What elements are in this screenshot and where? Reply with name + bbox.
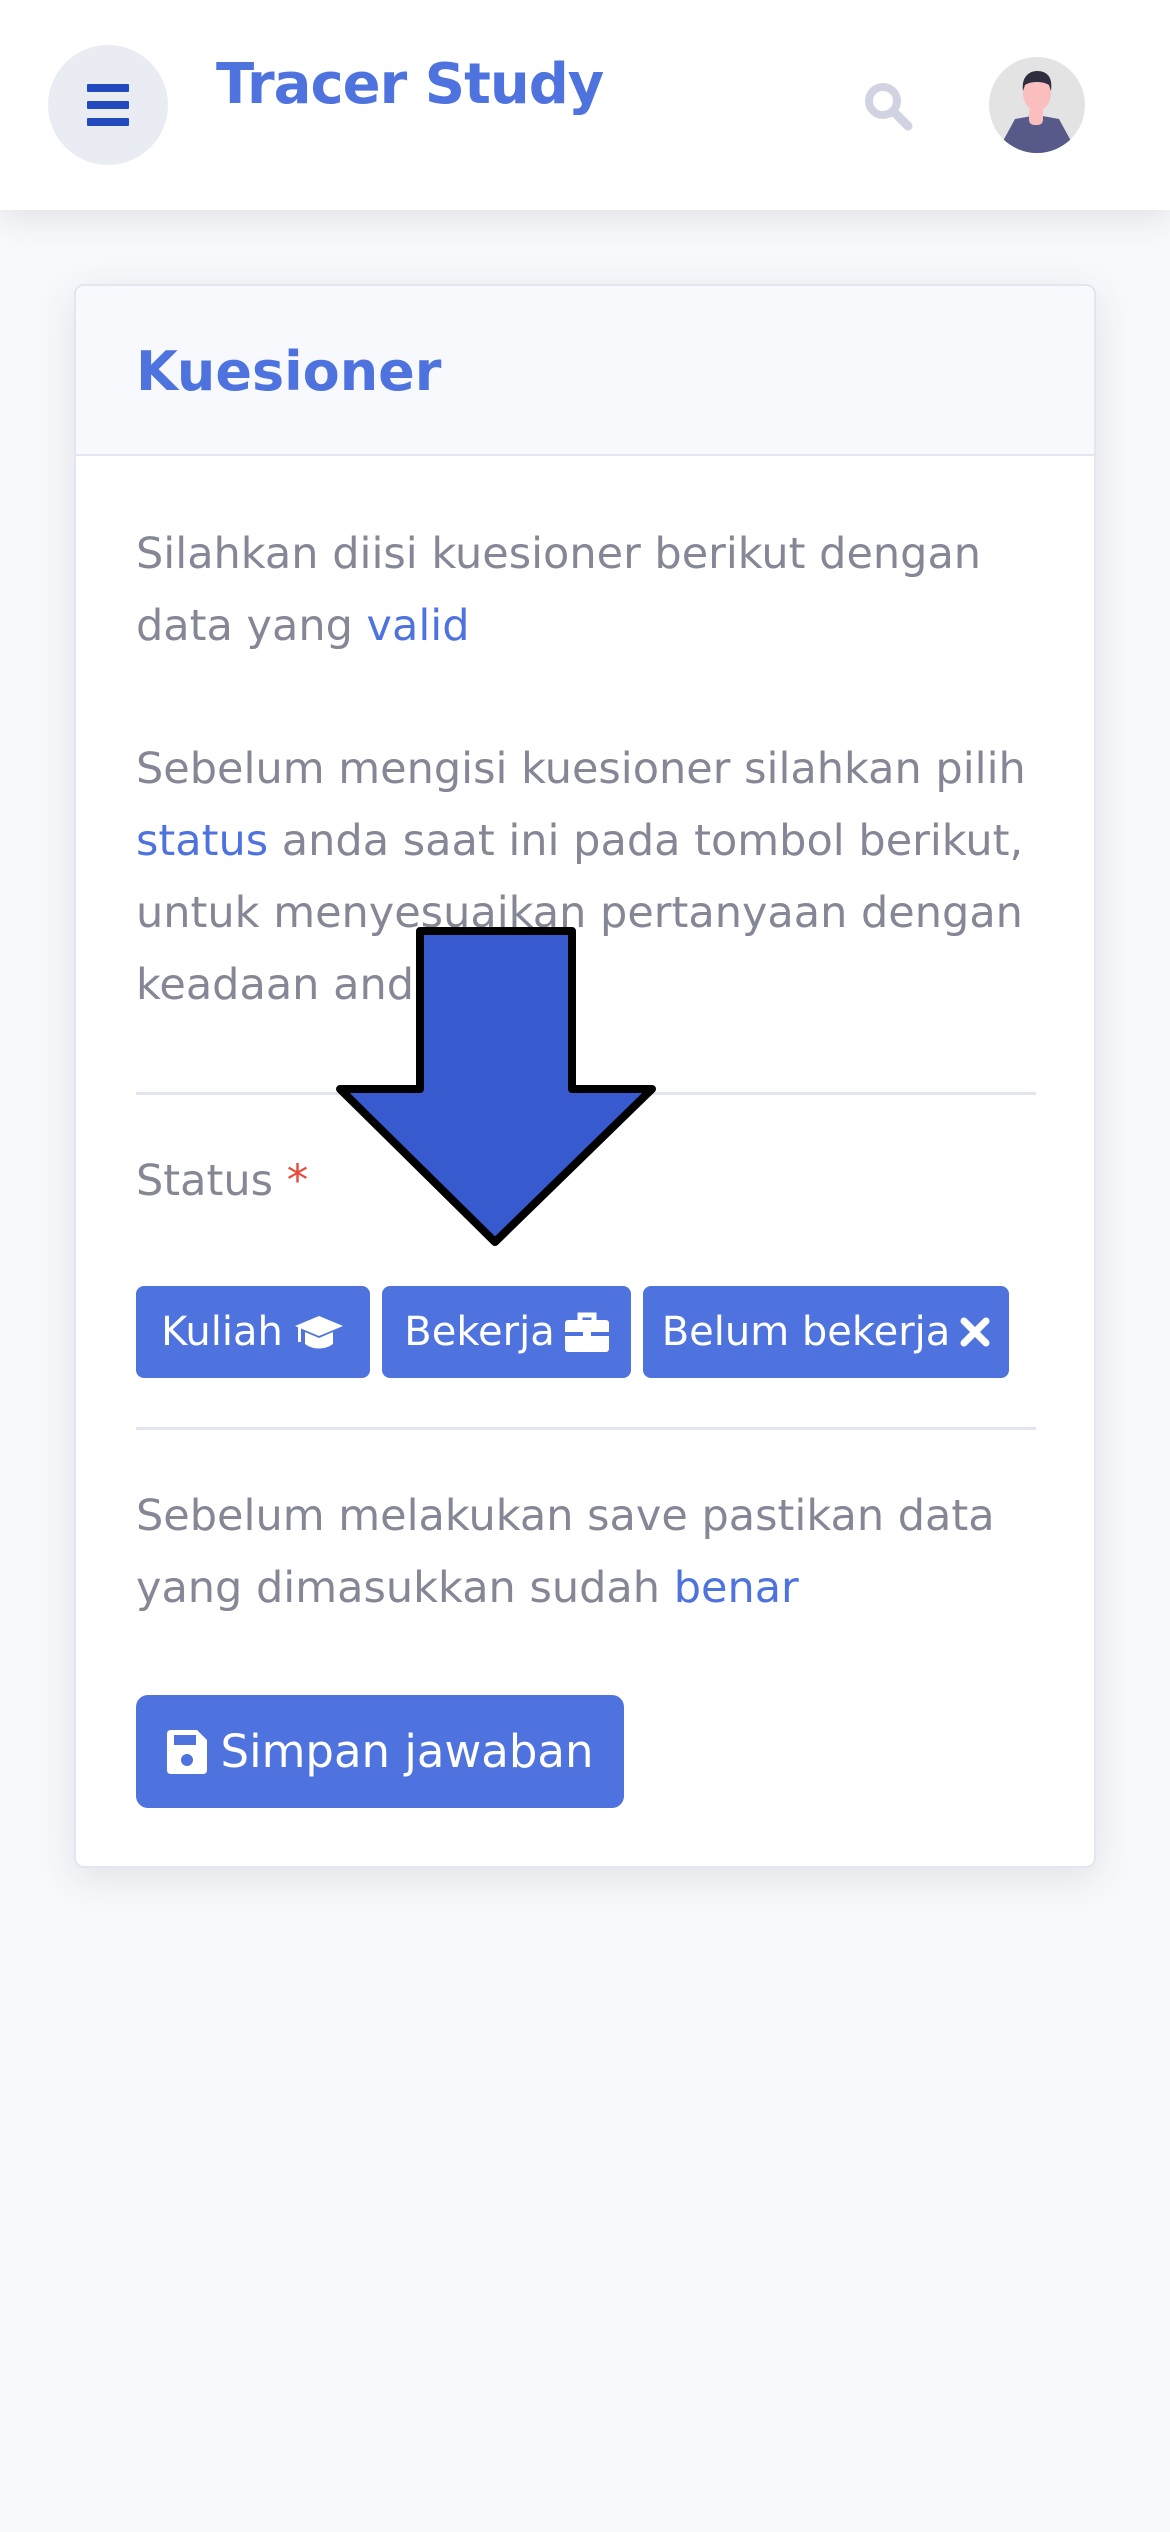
intro-highlight: valid [366, 601, 470, 651]
bekerja-label: Bekerja [404, 1309, 555, 1355]
save-note-body: Sebelum melakukan save pastikan data yan… [136, 1491, 995, 1613]
app-title[interactable]: Tracer Study [216, 52, 604, 117]
required-mark: * [286, 1156, 309, 1206]
instruction-after: anda saat ini pada tombol berikut, untuk… [136, 816, 1024, 1010]
save-label: Simpan jawaban [220, 1725, 594, 1778]
belum-bekerja-label: Belum bekerja [661, 1309, 951, 1355]
bars-icon-line [87, 118, 129, 126]
divider [136, 1092, 1036, 1095]
instruction-before: Sebelum mengisi kuesioner silahkan pilih [136, 744, 1026, 794]
sidebar-toggle-button[interactable] [48, 45, 168, 165]
status-label-text: Status [136, 1156, 274, 1206]
bars-icon-line [87, 101, 129, 109]
top-navbar: Tracer Study [0, 0, 1170, 210]
save-icon [166, 1729, 207, 1774]
save-note-highlight: benar [673, 1563, 799, 1613]
times-icon [960, 1317, 990, 1347]
kuliah-label: Kuliah [161, 1309, 283, 1355]
save-note-text: Sebelum melakukan save pastikan data yan… [136, 1480, 1056, 1624]
status-belum-bekerja-button[interactable]: Belum bekerja [643, 1286, 1009, 1378]
instruction-text: Sebelum mengisi kuesioner silahkan pilih… [136, 733, 1056, 1021]
bars-icon [87, 84, 129, 92]
briefcase-icon [564, 1312, 609, 1352]
status-label: Status * [136, 1156, 308, 1206]
user-avatar[interactable] [989, 57, 1085, 153]
status-bekerja-button[interactable]: Bekerja [382, 1286, 631, 1378]
save-answers-button[interactable]: Simpan jawaban [136, 1695, 624, 1808]
intro-text-body: Silahkan diisi kuesioner berikut dengan … [136, 529, 982, 651]
card-title: Kuesioner [136, 340, 442, 403]
search-icon[interactable] [862, 80, 914, 132]
questionnaire-card: Kuesioner Silahkan diisi kuesioner berik… [74, 284, 1096, 1868]
graduation-cap-icon [294, 1316, 343, 1349]
status-kuliah-button[interactable]: Kuliah [136, 1286, 370, 1378]
instruction-highlight: status [136, 816, 269, 866]
avatar-illustration [1003, 71, 1071, 153]
divider [136, 1427, 1036, 1430]
intro-text: Silahkan diisi kuesioner berikut dengan … [136, 518, 1056, 662]
